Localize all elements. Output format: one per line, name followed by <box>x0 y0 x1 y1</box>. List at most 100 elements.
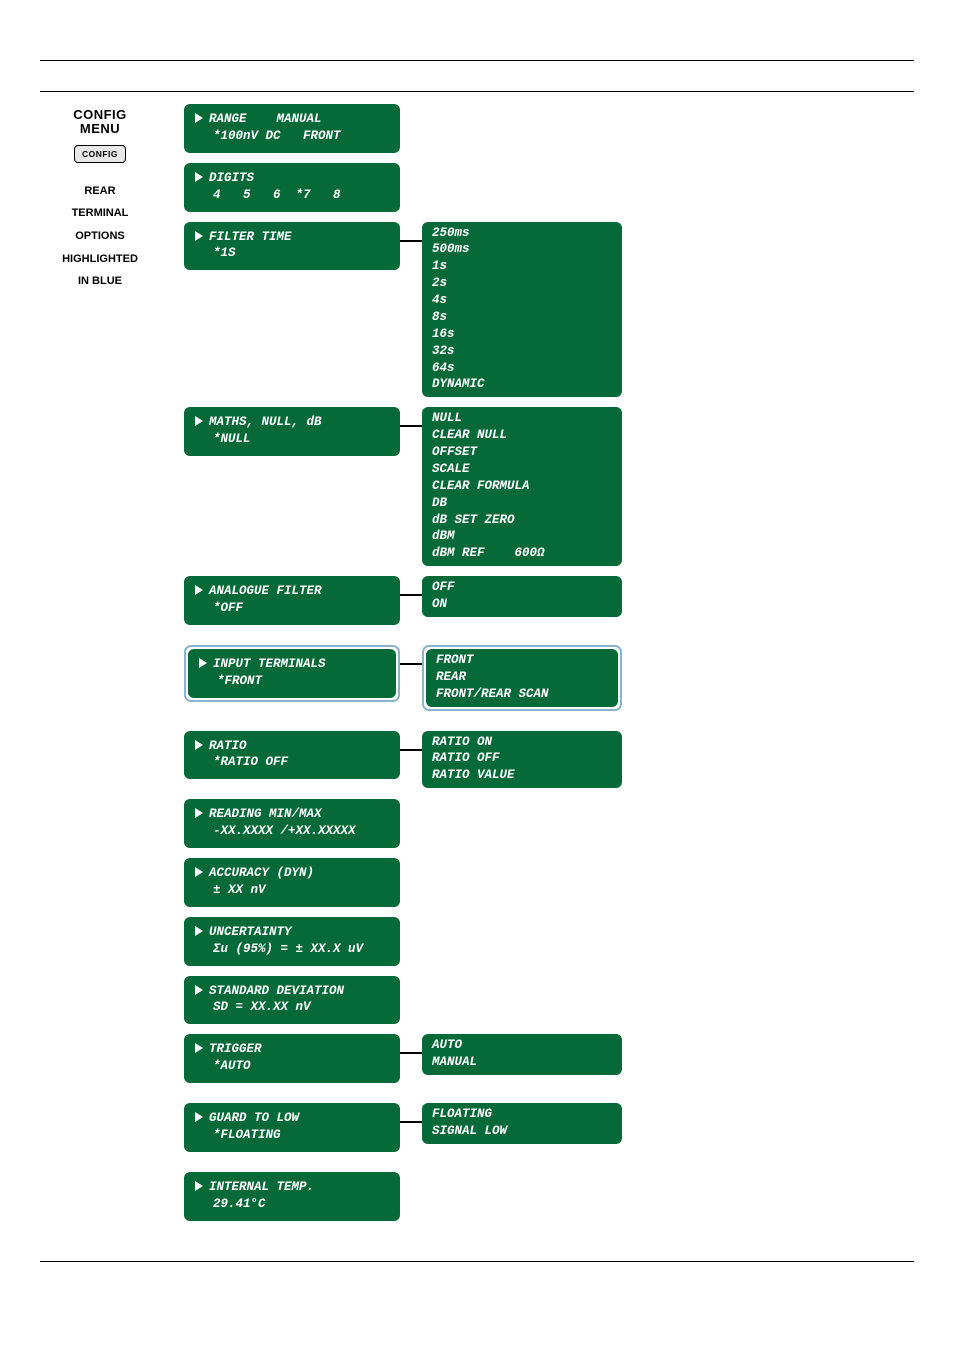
submenu-input-terminals[interactable]: FRONT REAR FRONT/REAR SCAN <box>426 649 618 707</box>
menu-ratio[interactable]: RATIO *RATIO OFF <box>184 731 400 780</box>
row-ratio: RATIO *RATIO OFF RATIO ON RATIO OFF RATI… <box>184 731 622 790</box>
menu-accuracy[interactable]: ACCURACY (DYN) ± XX nV <box>184 858 400 907</box>
menu-ratio-l2: *RATIO OFF <box>195 754 389 771</box>
connector <box>400 425 422 427</box>
play-icon <box>195 172 203 182</box>
menu-filter-l2: *1S <box>195 245 389 262</box>
row-guard: GUARD TO LOW *FLOATING FLOATING SIGNAL L… <box>184 1103 622 1162</box>
row-accuracy: ACCURACY (DYN) ± XX nV <box>184 858 622 917</box>
page-top-rule <box>40 60 914 61</box>
menu-uncert-l2: Σu (95%) = ± XX.X uV <box>195 941 389 958</box>
play-icon <box>195 808 203 818</box>
menu-internal-temp[interactable]: INTERNAL TEMP. 29.41°C <box>184 1172 400 1221</box>
rear-terminal-note-1: REAR <box>40 185 160 198</box>
connector <box>400 1052 422 1054</box>
menu-standard-deviation[interactable]: STANDARD DEVIATION SD = XX.XX nV <box>184 976 400 1025</box>
menu-accuracy-l2: ± XX nV <box>195 882 389 899</box>
play-icon <box>195 113 203 123</box>
menu-ratio-l1: RATIO <box>209 739 247 753</box>
page-bottom-rule <box>40 1261 914 1262</box>
menu-input-terminals[interactable]: INPUT TERMINALS *FRONT <box>188 649 396 698</box>
menu-stddev-l1: STANDARD DEVIATION <box>209 984 344 998</box>
menu-maths-l2: *NULL <box>195 431 389 448</box>
menu-minmax-l1: READING MIN/MAX <box>209 807 322 821</box>
menu-terms-l2: *FRONT <box>199 673 385 690</box>
row-temp: INTERNAL TEMP. 29.41°C <box>184 1172 622 1231</box>
connector <box>400 663 422 665</box>
menu-guard-l2: *FLOATING <box>195 1127 389 1144</box>
play-icon <box>195 926 203 936</box>
submenu-ratio[interactable]: RATIO ON RATIO OFF RATIO VALUE <box>422 731 622 789</box>
menu-uncert-l1: UNCERTAINTY <box>209 925 292 939</box>
rear-terminal-note-3: OPTIONS <box>40 230 160 243</box>
menu-maths[interactable]: MATHS, NULL, dB *NULL <box>184 407 400 456</box>
play-icon <box>199 658 207 668</box>
config-menu-title-1: CONFIG <box>40 108 160 122</box>
submenu-trigger[interactable]: AUTO MANUAL <box>422 1034 622 1075</box>
highlighted-note-1: HIGHLIGHTED <box>40 253 160 266</box>
menu-terms-l1: INPUT TERMINALS <box>213 657 326 671</box>
submenu-guard[interactable]: FLOATING SIGNAL LOW <box>422 1103 622 1144</box>
menu-range-l2: *100nV DC FRONT <box>195 128 389 145</box>
menu-input-terminals-highlight: INPUT TERMINALS *FRONT <box>184 645 400 702</box>
play-icon <box>195 1181 203 1191</box>
connector <box>400 749 422 751</box>
connector <box>400 594 422 596</box>
connector <box>400 1121 422 1123</box>
menu-guard-to-low[interactable]: GUARD TO LOW *FLOATING <box>184 1103 400 1152</box>
left-column: CONFIG MENU CONFIG REAR TERMINAL OPTIONS… <box>40 104 160 288</box>
row-range: RANGE MANUAL *100nV DC FRONT <box>184 104 622 163</box>
menu-temp-l2: 29.41°C <box>195 1196 389 1213</box>
play-icon <box>195 585 203 595</box>
row-uncertainty: UNCERTAINTY Σu (95%) = ± XX.X uV <box>184 917 622 976</box>
play-icon <box>195 985 203 995</box>
menu-trigger[interactable]: TRIGGER *AUTO <box>184 1034 400 1083</box>
highlighted-note-2: IN BLUE <box>40 275 160 288</box>
rear-terminal-note-2: TERMINAL <box>40 207 160 220</box>
menu-temp-l1: INTERNAL TEMP. <box>209 1180 314 1194</box>
menu-guard-l1: GUARD TO LOW <box>209 1111 299 1125</box>
menu-range[interactable]: RANGE MANUAL *100nV DC FRONT <box>184 104 400 153</box>
config-button[interactable]: CONFIG <box>74 145 126 163</box>
menu-digits-l1: DIGITS <box>209 171 254 185</box>
submenu-analogue-filter[interactable]: OFF ON <box>422 576 622 617</box>
play-icon <box>195 231 203 241</box>
menu-analogue-filter[interactable]: ANALOGUE FILTER *OFF <box>184 576 400 625</box>
submenu-filter[interactable]: 250ms 500ms 1s 2s 4s 8s 16s 32s 64s DYNA… <box>422 222 622 398</box>
menu-trigger-l2: *AUTO <box>195 1058 389 1075</box>
menu-afilter-l2: *OFF <box>195 600 389 617</box>
menu-filter-l1: FILTER TIME <box>209 230 292 244</box>
play-icon <box>195 1112 203 1122</box>
section-rule <box>40 91 914 92</box>
menu-range-l1: RANGE MANUAL <box>209 112 322 126</box>
connector <box>400 240 422 242</box>
menu-column-wrapper: RANGE MANUAL *100nV DC FRONT DIGITS 4 5 … <box>184 104 622 1231</box>
play-icon <box>195 867 203 877</box>
row-stddev: STANDARD DEVIATION SD = XX.XX nV <box>184 976 622 1035</box>
menu-afilter-l1: ANALOGUE FILTER <box>209 584 322 598</box>
row-afilter: ANALOGUE FILTER *OFF OFF ON <box>184 576 622 635</box>
menu-uncertainty[interactable]: UNCERTAINTY Σu (95%) = ± XX.X uV <box>184 917 400 966</box>
menu-stddev-l2: SD = XX.XX nV <box>195 999 389 1016</box>
submenu-input-terminals-highlight: FRONT REAR FRONT/REAR SCAN <box>422 645 622 711</box>
menu-filter[interactable]: FILTER TIME *1S <box>184 222 400 271</box>
play-icon <box>195 1043 203 1053</box>
menu-reading-minmax[interactable]: READING MIN/MAX -XX.XXXX /+XX.XXXXX <box>184 799 400 848</box>
row-maths: MATHS, NULL, dB *NULL NULL CLEAR NULL OF… <box>184 407 622 566</box>
row-input-terminals: INPUT TERMINALS *FRONT FRONT REAR FRONT/… <box>184 645 622 721</box>
play-icon <box>195 416 203 426</box>
row-filter: FILTER TIME *1S 250ms 500ms 1s 2s 4s 8s … <box>184 222 622 398</box>
play-icon <box>195 740 203 750</box>
row-digits: DIGITS 4 5 6 *7 8 <box>184 163 622 222</box>
submenu-maths[interactable]: NULL CLEAR NULL OFFSET SCALE CLEAR FORMU… <box>422 407 622 566</box>
menu-trigger-l1: TRIGGER <box>209 1042 262 1056</box>
row-trigger: TRIGGER *AUTO AUTO MANUAL <box>184 1034 622 1093</box>
row-minmax: READING MIN/MAX -XX.XXXX /+XX.XXXXX <box>184 799 622 858</box>
menu-digits[interactable]: DIGITS 4 5 6 *7 8 <box>184 163 400 212</box>
content-area: CONFIG MENU CONFIG REAR TERMINAL OPTIONS… <box>40 104 914 1231</box>
config-menu-title-2: MENU <box>40 122 160 136</box>
menu-digits-l2: 4 5 6 *7 8 <box>195 187 389 204</box>
menu-accuracy-l1: ACCURACY (DYN) <box>209 866 314 880</box>
menu-minmax-l2: -XX.XXXX /+XX.XXXXX <box>195 823 389 840</box>
menu-maths-l1: MATHS, NULL, dB <box>209 415 322 429</box>
